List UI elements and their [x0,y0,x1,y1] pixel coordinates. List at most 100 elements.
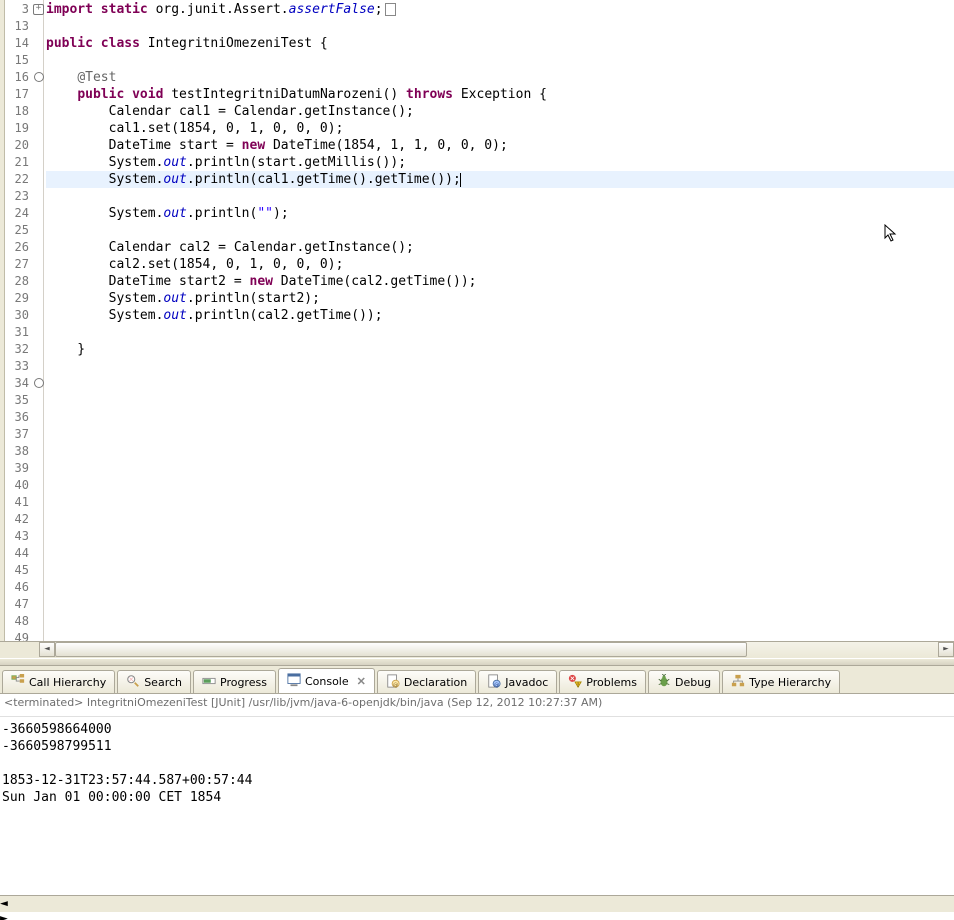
line-number[interactable]: 36 [5,409,33,426]
line-number[interactable]: 31 [5,324,33,341]
scroll-left-arrow[interactable]: ◄ [0,896,954,911]
console-horizontal-scrollbar[interactable]: ◄ ► [0,895,954,912]
code-line[interactable] [46,545,954,562]
tab-declaration[interactable]: @Declaration [377,670,476,693]
line-number[interactable]: 15 [5,52,33,69]
code-line[interactable]: public void testIntegritniDatumNarozeni(… [46,86,954,103]
fold-collapse-icon[interactable] [34,378,44,388]
fold-collapse-icon[interactable] [34,72,44,82]
sash-divider[interactable] [0,658,954,666]
line-number[interactable]: 44 [5,545,33,562]
tab-console[interactable]: Console✕ [278,668,375,693]
line-number[interactable]: 43 [5,528,33,545]
line-number[interactable]: 42 [5,511,33,528]
scroll-thumb[interactable] [55,642,747,657]
line-number[interactable]: 45 [5,562,33,579]
line-number[interactable]: 47 [5,596,33,613]
tab-type-hierarchy[interactable]: Type Hierarchy [722,670,840,693]
code-line[interactable] [46,188,954,205]
scroll-right-arrow[interactable]: ► [0,911,954,920]
line-number[interactable]: 21 [5,154,33,171]
code-line[interactable] [46,511,954,528]
code-line[interactable]: System.out.println(start.getMillis()); [46,154,954,171]
code-line[interactable] [46,477,954,494]
line-number[interactable]: 25 [5,222,33,239]
code-area[interactable]: import static org.junit.Assert.assertFal… [44,0,954,641]
line-number[interactable]: 19 [5,120,33,137]
fold-expand-icon[interactable]: + [33,4,44,15]
code-line[interactable] [46,562,954,579]
line-number[interactable]: 29 [5,290,33,307]
code-line[interactable] [46,528,954,545]
line-number[interactable]: 20 [5,137,33,154]
code-line[interactable]: @Test [46,69,954,86]
line-number[interactable]: 40 [5,477,33,494]
code-line[interactable]: Calendar cal1 = Calendar.getInstance(); [46,103,954,120]
tab-javadoc[interactable]: @Javadoc [478,670,557,693]
line-number[interactable]: 17 [5,86,33,103]
line-number[interactable]: 41 [5,494,33,511]
line-number-gutter[interactable]: 3131415161718192021222324252627282930313… [5,0,33,641]
code-line[interactable]: Calendar cal2 = Calendar.getInstance(); [46,239,954,256]
code-line[interactable] [46,52,954,69]
line-number[interactable]: 39 [5,460,33,477]
code-line[interactable] [46,358,954,375]
line-number[interactable]: 46 [5,579,33,596]
console-output[interactable]: -3660598664000-3660598799511 1853-12-31T… [0,717,954,895]
line-number[interactable]: 34 [5,375,33,392]
line-number[interactable]: 38 [5,443,33,460]
code-line[interactable] [46,579,954,596]
code-line[interactable]: cal1.set(1854, 0, 1, 0, 0, 0); [46,120,954,137]
code-line[interactable] [46,409,954,426]
line-number[interactable]: 24 [5,205,33,222]
line-number[interactable]: 3 [5,1,33,18]
code-line[interactable] [46,18,954,35]
code-line[interactable]: } [46,341,954,358]
code-line[interactable]: System.out.println(cal1.getTime().getTim… [46,171,954,188]
code-line[interactable] [46,443,954,460]
line-number[interactable]: 28 [5,273,33,290]
code-line[interactable] [46,613,954,630]
line-number[interactable]: 37 [5,426,33,443]
code-line[interactable]: System.out.println(""); [46,205,954,222]
line-number[interactable]: 30 [5,307,33,324]
code-editor[interactable]: 3131415161718192021222324252627282930313… [0,0,954,641]
code-line[interactable] [46,596,954,613]
line-number[interactable]: 26 [5,239,33,256]
scroll-track[interactable] [55,642,938,657]
tab-progress[interactable]: Progress [193,670,276,693]
line-number[interactable]: 14 [5,35,33,52]
line-number[interactable]: 27 [5,256,33,273]
fold-gutter[interactable]: + [33,0,44,641]
tab-debug[interactable]: Debug [648,670,720,693]
code-line[interactable] [46,392,954,409]
code-line[interactable] [46,375,954,392]
code-line[interactable]: public class IntegritniOmezeniTest { [46,35,954,52]
code-line[interactable]: System.out.println(cal2.getTime()); [46,307,954,324]
code-line[interactable]: System.out.println(start2); [46,290,954,307]
line-number[interactable]: 33 [5,358,33,375]
editor-horizontal-scrollbar[interactable]: ◄ ► [0,641,954,658]
code-line[interactable] [46,222,954,239]
line-number[interactable]: 48 [5,613,33,630]
line-number[interactable]: 22 [5,171,33,188]
code-line[interactable]: import static org.junit.Assert.assertFal… [46,1,954,18]
code-line[interactable] [46,494,954,511]
line-number[interactable]: 13 [5,18,33,35]
line-number[interactable]: 16 [5,69,33,86]
close-icon[interactable]: ✕ [357,675,366,688]
tab-call-hierarchy[interactable]: Call Hierarchy [2,670,115,693]
code-line[interactable] [46,324,954,341]
line-number[interactable]: 18 [5,103,33,120]
code-line[interactable] [46,426,954,443]
tab-problems[interactable]: !Problems [559,670,646,693]
code-line[interactable]: DateTime start = new DateTime(1854, 1, 1… [46,137,954,154]
scroll-left-arrow[interactable]: ◄ [39,642,55,657]
code-line[interactable]: DateTime start2 = new DateTime(cal2.getT… [46,273,954,290]
code-line[interactable] [46,460,954,477]
tab-search[interactable]: Search [117,670,191,693]
line-number[interactable]: 23 [5,188,33,205]
code-line[interactable]: cal2.set(1854, 0, 1, 0, 0, 0); [46,256,954,273]
line-number[interactable]: 35 [5,392,33,409]
line-number[interactable]: 32 [5,341,33,358]
